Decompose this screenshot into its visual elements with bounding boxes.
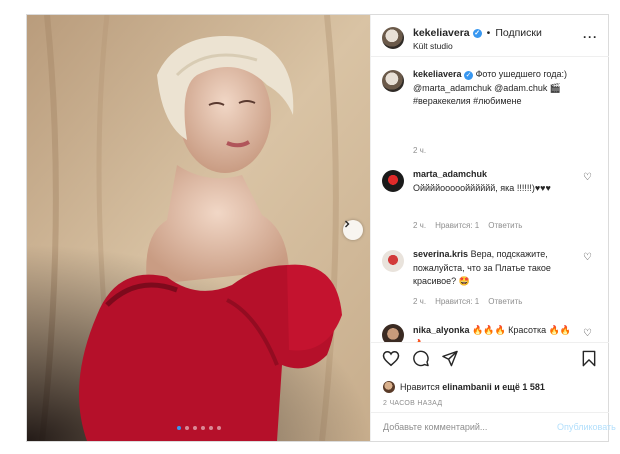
reply-button[interactable]: Ответить	[488, 221, 522, 230]
verified-badge-icon: ✓	[464, 71, 474, 80]
comment-username[interactable]: severina.kris	[413, 249, 468, 259]
commenter-avatar[interactable]	[382, 170, 404, 192]
post-timestamp[interactable]: 2 ЧАСОВ НАЗАД	[383, 400, 442, 407]
comment-text: marta_adamchuk Оййййооооойййййй, яка !!!…	[413, 168, 573, 195]
liker-username[interactable]: elinambanii	[442, 382, 492, 392]
add-comment-bar: Опубликовать	[371, 412, 616, 441]
commenter-avatar[interactable]	[382, 250, 404, 272]
caption-text: kekeliavera ✓ Фото ушедшего года:) @mart…	[413, 68, 573, 109]
carousel-dot	[193, 426, 197, 430]
carousel-dot	[185, 426, 189, 430]
heart-icon[interactable]	[382, 350, 400, 367]
more-icon[interactable]: ···	[583, 31, 598, 43]
comment-username[interactable]: kekeliavera	[413, 69, 462, 79]
comment-time[interactable]: 2 ч.	[413, 221, 426, 230]
reply-button[interactable]: Ответить	[488, 297, 522, 306]
likes-summary: Нравится elinambanii и ещё 1 581	[383, 381, 545, 393]
author-username[interactable]: kekeliavera	[413, 27, 470, 39]
likes-count[interactable]: и ещё 1 581	[494, 382, 545, 392]
comment-text: nika_alyonka 🔥🔥🔥 Красотка 🔥🔥🔥	[413, 324, 573, 342]
comment-time[interactable]: 2 ч.	[413, 297, 426, 306]
carousel-indicator	[177, 426, 221, 430]
author-avatar[interactable]	[382, 70, 404, 92]
publish-button[interactable]: Опубликовать	[557, 422, 616, 432]
comment-time[interactable]: 2 ч.	[413, 146, 426, 155]
bookmark-icon[interactable]	[581, 350, 597, 367]
post-location[interactable]: Kült studio	[413, 41, 453, 51]
comment-input[interactable]	[383, 422, 533, 432]
comment-meta: 2 ч. Нравится: 1 Ответить	[413, 221, 522, 230]
comment-meta: 2 ч.	[413, 146, 426, 155]
comment-text: severina.kris Вера, подскажите, пожалуйс…	[413, 248, 573, 289]
like-comment-heart-icon[interactable]: ♡	[583, 172, 592, 183]
carousel-dot	[217, 426, 221, 430]
next-arrow-icon	[345, 220, 350, 228]
comment-body: Оййййооооойййййй, яка !!!!!!)♥♥♥	[413, 182, 551, 193]
commenter-avatar[interactable]	[382, 324, 404, 342]
author-line: kekeliavera ✓ • Подписки	[413, 27, 542, 39]
comment-likes[interactable]: Нравится: 1	[435, 221, 479, 230]
carousel-dot	[201, 426, 205, 430]
next-photo-button[interactable]	[343, 220, 363, 240]
carousel-dot	[209, 426, 213, 430]
likes-prefix: Нравится	[400, 382, 440, 392]
verified-badge-icon: ✓	[472, 28, 482, 38]
share-icon[interactable]	[441, 350, 459, 367]
comment-username[interactable]: nika_alyonka	[413, 325, 470, 335]
instagram-post: kekeliavera ✓ • Подписки Kült studio ···…	[26, 14, 616, 442]
photo-illustration	[27, 15, 370, 441]
carousel-dot	[177, 426, 181, 430]
like-comment-heart-icon[interactable]: ♡	[583, 252, 592, 263]
post-photo[interactable]	[27, 15, 370, 441]
comments-list: kekeliavera ✓ Фото ушедшего года:) @mart…	[371, 58, 609, 342]
liker-avatar[interactable]	[383, 381, 395, 393]
comment-likes[interactable]: Нравится: 1	[435, 297, 479, 306]
following-button[interactable]: Подписки	[495, 27, 542, 39]
post-actions	[371, 342, 609, 373]
comment-icon[interactable]	[412, 350, 430, 367]
comment-meta: 2 ч. Нравится: 1 Ответить	[413, 297, 522, 306]
post-header: kekeliavera ✓ • Подписки Kült studio ···	[371, 15, 609, 57]
author-avatar[interactable]	[382, 27, 404, 49]
post-sidebar: kekeliavera ✓ • Подписки Kült studio ···…	[370, 15, 616, 441]
comment-username[interactable]: marta_adamchuk	[413, 169, 487, 179]
like-comment-heart-icon[interactable]: ♡	[583, 328, 592, 339]
header-separator: •	[486, 27, 491, 39]
